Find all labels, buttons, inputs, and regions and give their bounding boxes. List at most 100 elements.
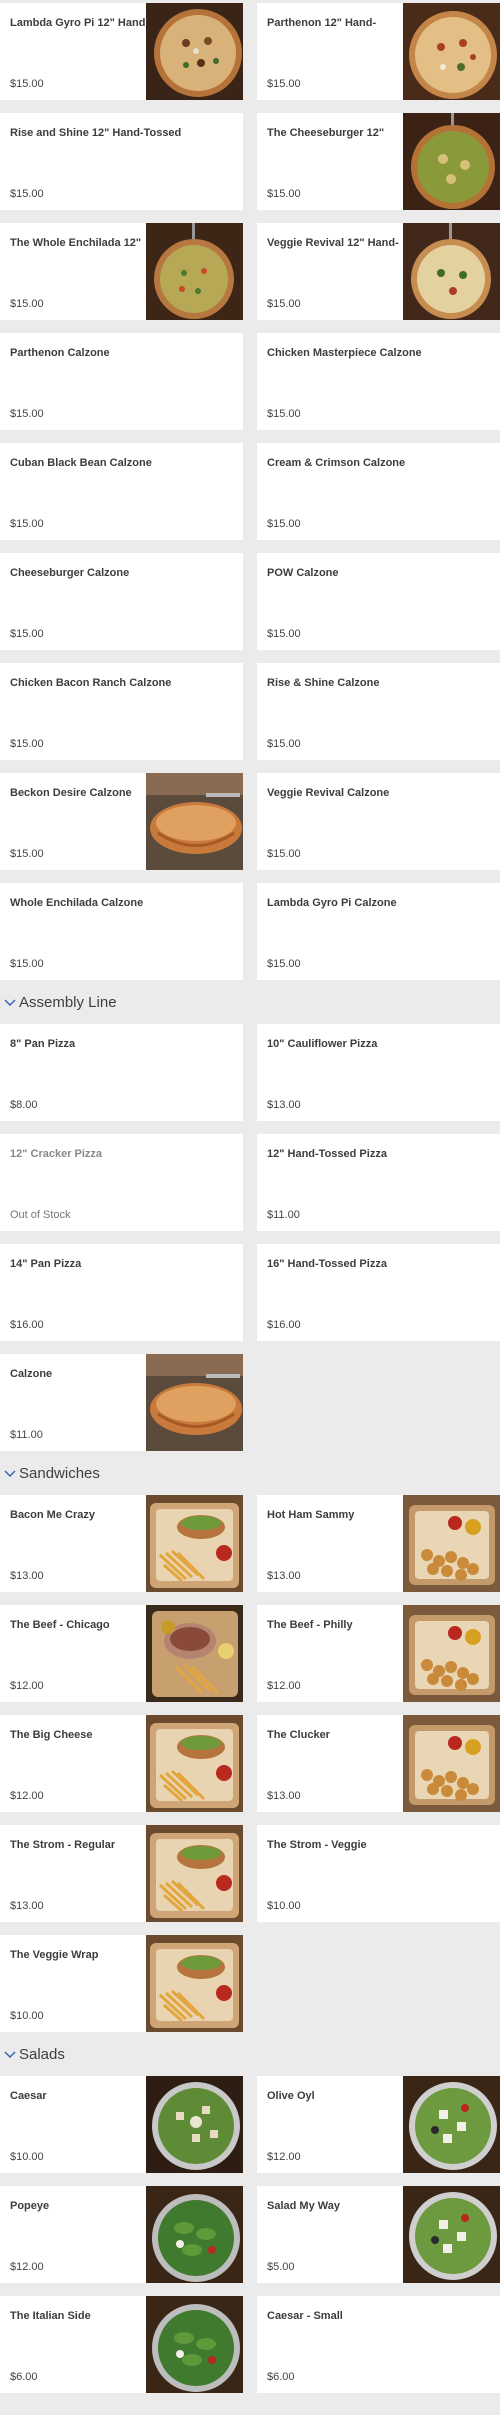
menu-item-name: The Cheeseburger 12" — [267, 127, 385, 139]
menu-item-card[interactable]: Chicken Masterpiece Calzone $15.00 — [257, 333, 500, 430]
chevron-down-icon — [4, 999, 16, 1006]
menu-item-price: $15.00 — [267, 518, 301, 530]
menu-item-price: $15.00 — [10, 298, 44, 310]
food-photo — [146, 2186, 243, 2283]
menu-item-card[interactable]: The Clucker $13.00 — [257, 1715, 500, 1812]
menu-item-card[interactable]: The Big Cheese $12.00 — [0, 1715, 243, 1812]
menu-item-card[interactable]: Beckon Desire Calzone $15.00 — [0, 773, 243, 870]
menu-item-price: $15.00 — [10, 848, 44, 860]
menu-item-price: $13.00 — [267, 1570, 301, 1582]
food-photo — [146, 1605, 243, 1702]
menu-item-card[interactable]: 8" Pan Pizza $8.00 — [0, 1024, 243, 1121]
menu-item-card[interactable]: Lambda Gyro Pi Calzone $15.00 — [257, 883, 500, 980]
section-header-salads[interactable]: Salads — [0, 2032, 500, 2076]
menu-item-price: $10.00 — [10, 2010, 44, 2022]
menu-item-name: 10" Cauliflower Pizza — [267, 1038, 378, 1050]
menu-item-card[interactable]: Rise & Shine Calzone $15.00 — [257, 663, 500, 760]
menu-item-name: Salad My Way — [267, 2200, 340, 2212]
menu-item-card[interactable]: Veggie Revival 12" Hand- $15.00 — [257, 223, 500, 320]
menu-item-name: The Strom - Veggie — [267, 1839, 367, 1851]
section-title: Assembly Line — [19, 993, 117, 1011]
menu-item-card[interactable]: Parthenon Calzone $15.00 — [0, 333, 243, 430]
salads-grid: Caesar $10.00 Olive Oyl $12.00 Popeye $12.00 S… — [0, 2076, 500, 2393]
menu-item-name: The Italian Side — [10, 2310, 91, 2322]
menu-item-price: $15.00 — [10, 78, 44, 90]
menu-item-name: 8" Pan Pizza — [10, 1038, 76, 1050]
section-title: Sandwiches — [19, 1464, 100, 1482]
menu-item-name: Caesar - Small — [267, 2310, 343, 2322]
menu-item-price: $12.00 — [10, 2261, 44, 2273]
section-header-sandwiches[interactable]: Sandwiches — [0, 1451, 500, 1495]
menu-item-name: Chicken Masterpiece Calzone — [267, 347, 422, 359]
food-photo — [146, 3, 243, 100]
menu-item-card[interactable]: Calzone $11.00 — [0, 1354, 243, 1451]
menu-item-card[interactable]: The Beef - Philly $12.00 — [257, 1605, 500, 1702]
menu-item-card[interactable]: Caesar - Small $6.00 — [257, 2296, 500, 2393]
menu-item-card[interactable]: 12" Cracker Pizza Out of Stock — [0, 1134, 243, 1231]
food-photo — [403, 3, 500, 100]
menu-item-name: Veggie Revival Calzone — [267, 787, 390, 799]
menu-item-name: Chicken Bacon Ranch Calzone — [10, 677, 172, 689]
pizza-grid: Lambda Gyro Pi 12" Hand- $15.00 Parthenon … — [0, 0, 500, 980]
stock-status: Out of Stock — [10, 1209, 71, 1221]
menu-item-card[interactable]: The Veggie Wrap $10.00 — [0, 1935, 243, 2032]
menu-item-price: $15.00 — [10, 628, 44, 640]
food-photo — [146, 223, 243, 320]
sandwiches-grid: Bacon Me Crazy $13.00 Hot Ham Sammy $13.00 T… — [0, 1495, 500, 2032]
menu-item-card[interactable]: Chicken Bacon Ranch Calzone $15.00 — [0, 663, 243, 760]
menu-item-name: Parthenon Calzone — [10, 347, 110, 359]
menu-item-price: $16.00 — [267, 1319, 301, 1331]
menu-item-name: The Clucker — [267, 1729, 330, 1741]
chevron-down-icon — [4, 1470, 16, 1477]
menu-item-price: $5.00 — [267, 2261, 295, 2273]
menu-item-name: 14" Pan Pizza — [10, 1258, 82, 1270]
food-photo — [146, 1715, 243, 1812]
menu-item-card[interactable]: Cuban Black Bean Calzone $15.00 — [0, 443, 243, 540]
menu-item-price: $15.00 — [267, 298, 301, 310]
menu-item-card[interactable]: 12" Hand-Tossed Pizza $11.00 — [257, 1134, 500, 1231]
menu-item-card[interactable]: Popeye $12.00 — [0, 2186, 243, 2283]
menu-item-card[interactable]: Bacon Me Crazy $13.00 — [0, 1495, 243, 1592]
menu-item-card[interactable]: 14" Pan Pizza $16.00 — [0, 1244, 243, 1341]
menu-item-card[interactable]: Lambda Gyro Pi 12" Hand- $15.00 — [0, 3, 243, 100]
menu-item-card[interactable]: The Strom - Veggie $10.00 — [257, 1825, 500, 1922]
menu-item-name: Lambda Gyro Pi Calzone — [267, 897, 397, 909]
menu-item-card[interactable]: 16" Hand-Tossed Pizza $16.00 — [257, 1244, 500, 1341]
food-photo — [146, 1935, 243, 2032]
menu-item-name: Lambda Gyro Pi 12" Hand- — [10, 17, 145, 29]
menu-item-price: $11.00 — [267, 1209, 300, 1221]
menu-item-card[interactable]: Parthenon 12" Hand- $15.00 — [257, 3, 500, 100]
section-title: Salads — [19, 2045, 65, 2063]
section-header-assembly-line[interactable]: Assembly Line — [0, 980, 500, 1024]
menu-item-card[interactable]: Cheeseburger Calzone $15.00 — [0, 553, 243, 650]
menu-item-name: Olive Oyl — [267, 2090, 315, 2102]
menu-item-card[interactable]: Cream & Crimson Calzone $15.00 — [257, 443, 500, 540]
menu-item-name: Cuban Black Bean Calzone — [10, 457, 152, 469]
menu-item-name: Caesar — [10, 2090, 47, 2102]
food-photo — [403, 1495, 500, 1592]
menu-item-card[interactable]: Rise and Shine 12" Hand-Tossed $15.00 — [0, 113, 243, 210]
chevron-down-icon — [4, 2051, 16, 2058]
menu-item-card[interactable]: The Beef - Chicago $12.00 — [0, 1605, 243, 1702]
menu-item-card[interactable]: The Cheeseburger 12" $15.00 — [257, 113, 500, 210]
menu-item-card[interactable]: Caesar $10.00 — [0, 2076, 243, 2173]
menu-item-card[interactable]: Whole Enchilada Calzone $15.00 — [0, 883, 243, 980]
food-photo — [403, 1715, 500, 1812]
menu-item-card[interactable]: Veggie Revival Calzone $15.00 — [257, 773, 500, 870]
menu-item-name: Hot Ham Sammy — [267, 1509, 355, 1521]
menu-item-card[interactable]: 10" Cauliflower Pizza $13.00 — [257, 1024, 500, 1121]
menu-item-card[interactable]: Olive Oyl $12.00 — [257, 2076, 500, 2173]
menu-item-card[interactable]: The Italian Side $6.00 — [0, 2296, 243, 2393]
menu-item-card[interactable]: Hot Ham Sammy $13.00 — [257, 1495, 500, 1592]
menu-item-card[interactable]: The Strom - Regular $13.00 — [0, 1825, 243, 1922]
menu-item-card[interactable]: POW Calzone $15.00 — [257, 553, 500, 650]
menu-item-name: Cream & Crimson Calzone — [267, 457, 406, 469]
menu-item-card[interactable]: Salad My Way $5.00 — [257, 2186, 500, 2283]
menu-item-name: Parthenon 12" Hand- — [267, 17, 377, 29]
menu-item-name: Rise & Shine Calzone — [267, 677, 380, 689]
menu-item-name: Bacon Me Crazy — [10, 1509, 95, 1521]
menu-item-card[interactable]: The Whole Enchilada 12" $15.00 — [0, 223, 243, 320]
menu-item-name: POW Calzone — [267, 567, 339, 579]
menu-item-price: $6.00 — [10, 2371, 38, 2383]
food-photo — [403, 223, 500, 320]
